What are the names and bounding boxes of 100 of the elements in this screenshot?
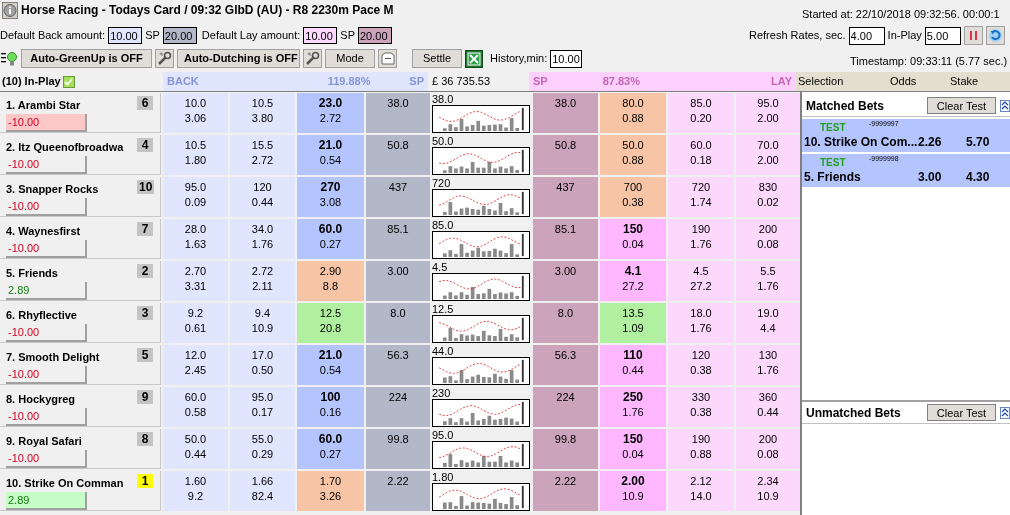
profit-loss-button[interactable]: -10.00	[6, 366, 87, 384]
back-price-cell[interactable]: 1.60 9.2	[163, 471, 228, 511]
lay-price-cell[interactable]: 200 0.08	[736, 429, 800, 469]
sp-back-cell[interactable]: 50.8	[366, 135, 430, 175]
best-lay-price-cell[interactable]: 80.0 0.88	[600, 93, 666, 133]
clear-test-button[interactable]: Clear Test	[926, 97, 997, 114]
back-price-cell[interactable]: 9.4 10.9	[230, 303, 295, 343]
best-back-price-cell[interactable]: 100 0.16	[297, 387, 364, 427]
profit-loss-button[interactable]: -10.00	[6, 408, 87, 426]
lay-price-cell[interactable]: 19.0 4.4	[736, 303, 800, 343]
clear-test-button[interactable]: Clear Test	[926, 404, 997, 421]
back-price-cell[interactable]: 1.66 82.4	[230, 471, 295, 511]
pause-button[interactable]	[963, 26, 983, 45]
profit-loss-button[interactable]: 2.89	[6, 282, 87, 300]
lay-price-cell[interactable]: 330 0.38	[668, 387, 734, 427]
back-price-cell[interactable]: 2.70 3.31	[163, 261, 228, 301]
lay-price-cell[interactable]: 190 0.88	[668, 429, 734, 469]
settle-button[interactable]: Settle	[412, 49, 462, 68]
profit-loss-button[interactable]: -10.00	[6, 324, 87, 342]
lay-price-cell[interactable]: 200 0.08	[736, 219, 800, 259]
sp-back-cell[interactable]: 56.3	[366, 345, 430, 385]
best-lay-price-cell[interactable]: 150 0.04	[600, 429, 666, 469]
lay-price-cell[interactable]: 18.0 1.76	[668, 303, 734, 343]
profit-loss-button[interactable]: -10.00	[6, 450, 87, 468]
sp-lay-cell[interactable]: 85.1	[533, 219, 598, 259]
best-lay-price-cell[interactable]: 4.1 27.2	[600, 261, 666, 301]
lay-price-cell[interactable]: 190 1.76	[668, 219, 734, 259]
back-price-cell[interactable]: 95.0 0.17	[230, 387, 295, 427]
profit-loss-button[interactable]: -10.00	[6, 114, 87, 132]
best-lay-price-cell[interactable]: 700 0.38	[600, 177, 666, 217]
lay-price-cell[interactable]: 95.0 2.00	[736, 93, 800, 133]
best-back-price-cell[interactable]: 60.0 0.27	[297, 429, 364, 469]
back-price-cell[interactable]: 95.0 0.09	[163, 177, 228, 217]
sp-back-cell[interactable]: 85.1	[366, 219, 430, 259]
best-back-price-cell[interactable]: 23.0 2.72	[297, 93, 364, 133]
sp-lay-cell[interactable]: 99.8	[533, 429, 598, 469]
profit-loss-button[interactable]: -10.00	[6, 240, 87, 258]
best-lay-price-cell[interactable]: 13.5 1.09	[600, 303, 666, 343]
lay-sp-field[interactable]: 20.00	[358, 27, 392, 44]
sp-back-cell[interactable]: 224	[366, 387, 430, 427]
sp-lay-cell[interactable]: 38.0	[533, 93, 598, 133]
back-sp-field[interactable]: 20.00	[162, 27, 197, 44]
back-price-cell[interactable]: 12.0 2.45	[163, 345, 228, 385]
back-price-cell[interactable]: 9.2 0.61	[163, 303, 228, 343]
best-back-price-cell[interactable]: 60.0 0.27	[297, 219, 364, 259]
best-back-price-cell[interactable]: 1.70 3.26	[297, 471, 364, 511]
info-icon[interactable]	[2, 1, 18, 19]
lay-price-cell[interactable]: 60.0 0.18	[668, 135, 734, 175]
best-lay-price-cell[interactable]: 250 1.76	[600, 387, 666, 427]
sp-back-cell[interactable]: 8.0	[366, 303, 430, 343]
back-price-cell[interactable]: 55.0 0.29	[230, 429, 295, 469]
lay-price-cell[interactable]: 120 0.38	[668, 345, 734, 385]
best-back-price-cell[interactable]: 21.0 0.54	[297, 345, 364, 385]
back-price-cell[interactable]: 17.0 0.50	[230, 345, 295, 385]
sp-lay-cell[interactable]: 8.0	[533, 303, 598, 343]
refresh-button[interactable]	[985, 26, 1005, 45]
sp-lay-cell[interactable]: 224	[533, 387, 598, 427]
in-play-checkbox[interactable]	[62, 75, 75, 88]
sp-lay-cell[interactable]: 56.3	[533, 345, 598, 385]
back-price-cell[interactable]: 120 0.44	[230, 177, 295, 217]
back-price-cell[interactable]: 34.0 1.76	[230, 219, 295, 259]
lay-price-cell[interactable]: 720 1.74	[668, 177, 734, 217]
lay-price-cell[interactable]: 130 1.76	[736, 345, 800, 385]
lay-price-cell[interactable]: 70.0 2.00	[736, 135, 800, 175]
sp-lay-cell[interactable]: 2.22	[533, 471, 598, 511]
sp-back-cell[interactable]: 99.8	[366, 429, 430, 469]
back-price-cell[interactable]: 10.5 1.80	[163, 135, 228, 175]
back-price-cell[interactable]: 10.0 3.06	[163, 93, 228, 133]
best-lay-price-cell[interactable]: 50.0 0.88	[600, 135, 666, 175]
lay-price-cell[interactable]: 2.12 14.0	[668, 471, 734, 511]
collapse-icon[interactable]	[1000, 406, 1010, 419]
lay-price-cell[interactable]: 4.5 27.2	[668, 261, 734, 301]
ladder-button[interactable]	[378, 49, 397, 68]
profit-loss-button[interactable]: 2.89	[6, 492, 87, 510]
sp-back-cell[interactable]: 2.22	[366, 471, 430, 511]
sp-back-cell[interactable]: 3.00	[366, 261, 430, 301]
lay-price-cell[interactable]: 85.0 0.20	[668, 93, 734, 133]
mode-button[interactable]: Mode	[325, 49, 375, 68]
back-price-cell[interactable]: 15.5 2.72	[230, 135, 295, 175]
best-lay-price-cell[interactable]: 150 0.04	[600, 219, 666, 259]
bulb-icon[interactable]	[0, 49, 18, 68]
best-back-price-cell[interactable]: 12.5 20.8	[297, 303, 364, 343]
sp-back-cell[interactable]: 38.0	[366, 93, 430, 133]
lay-price-cell[interactable]: 360 0.44	[736, 387, 800, 427]
best-lay-price-cell[interactable]: 2.00 10.9	[600, 471, 666, 511]
lay-price-cell[interactable]: 830 0.02	[736, 177, 800, 217]
collapse-icon[interactable]	[1000, 99, 1010, 112]
best-back-price-cell[interactable]: 270 3.08	[297, 177, 364, 217]
spreadsheet-icon[interactable]	[465, 49, 483, 68]
back-price-cell[interactable]: 28.0 1.63	[163, 219, 228, 259]
lay-amount-field[interactable]: 10.00	[303, 27, 338, 44]
sp-lay-cell[interactable]: 50.8	[533, 135, 598, 175]
best-back-price-cell[interactable]: 21.0 0.54	[297, 135, 364, 175]
auto-greenup-button[interactable]: Auto-GreenUp is OFF	[21, 49, 152, 68]
refresh-rate-field[interactable]: 4.00	[848, 26, 885, 45]
back-price-cell[interactable]: 10.5 3.80	[230, 93, 295, 133]
sp-lay-cell[interactable]: 3.00	[533, 261, 598, 301]
best-lay-price-cell[interactable]: 110 0.44	[600, 345, 666, 385]
history-field[interactable]: 10.00	[550, 49, 583, 68]
in-play-rate-field[interactable]: 5.00	[924, 26, 961, 45]
